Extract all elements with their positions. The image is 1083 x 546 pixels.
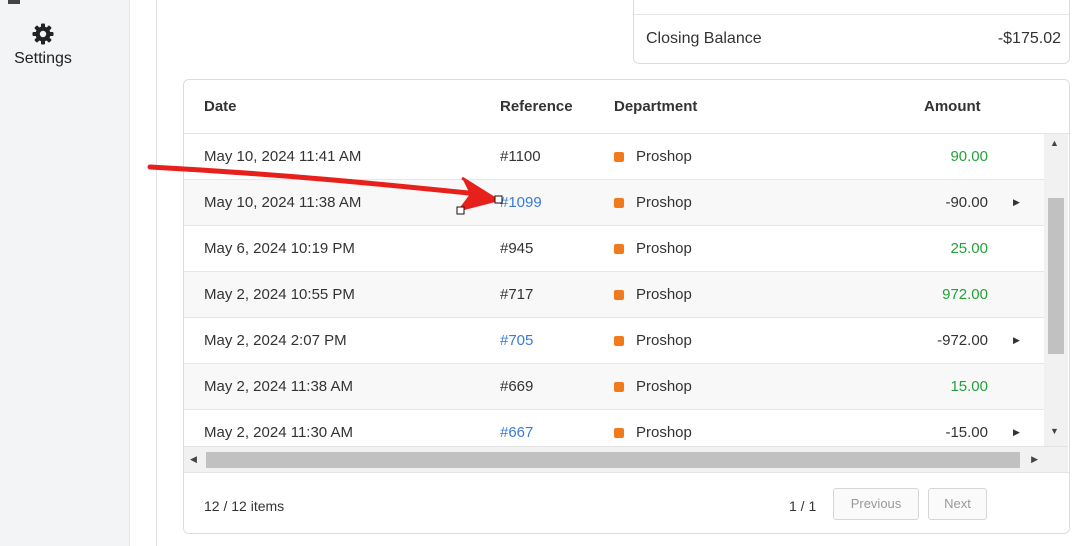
sidebar-item-settings[interactable]: Settings xyxy=(6,22,80,68)
row-department: Proshop xyxy=(614,378,692,395)
row-reference: #717 xyxy=(500,286,534,303)
expand-row-arrow-icon[interactable]: ▶ xyxy=(1013,427,1020,438)
next-page-button[interactable]: Next xyxy=(928,488,987,520)
gear-icon xyxy=(6,22,80,46)
content-divider xyxy=(156,0,157,546)
row-department-label: Proshop xyxy=(636,286,692,303)
items-count: 12 / 12 items xyxy=(204,498,285,514)
expand-row-arrow-icon[interactable]: ▶ xyxy=(1013,197,1020,208)
row-date: May 2, 2024 2:07 PM xyxy=(204,332,347,349)
department-color-icon xyxy=(614,152,624,162)
row-reference-link[interactable]: #667 xyxy=(500,424,533,441)
department-color-icon xyxy=(614,382,624,392)
column-header-department[interactable]: Department xyxy=(614,98,697,115)
table-row[interactable]: May 2, 2024 11:30 AM #667 Proshop -15.00 ▶ xyxy=(184,410,1044,446)
row-amount: 15.00 xyxy=(950,378,988,395)
row-reference-link[interactable]: #1099 xyxy=(500,194,542,211)
department-color-icon xyxy=(614,336,624,346)
vertical-scrollbar[interactable]: ▲ ▼ xyxy=(1044,134,1068,446)
scrollbar-corner xyxy=(1044,446,1068,472)
transactions-table: Date Reference Department Amount May 10,… xyxy=(183,79,1070,534)
row-department: Proshop xyxy=(614,286,692,303)
sidebar-partial-icon xyxy=(4,0,24,6)
row-department: Proshop xyxy=(614,148,692,165)
row-department-label: Proshop xyxy=(636,148,692,165)
column-header-amount[interactable]: Amount xyxy=(924,98,981,115)
row-amount: 972.00 xyxy=(942,286,988,303)
row-department-label: Proshop xyxy=(636,378,692,395)
row-date: May 10, 2024 11:38 AM xyxy=(204,194,362,211)
department-color-icon xyxy=(614,290,624,300)
row-date: May 6, 2024 10:19 PM xyxy=(204,240,355,257)
closing-balance-value: -$175.02 xyxy=(997,30,1061,47)
scroll-left-arrow-icon[interactable]: ◀ xyxy=(190,454,197,465)
table-row[interactable]: May 2, 2024 10:55 PM #717 Proshop 972.00 xyxy=(184,272,1044,318)
scroll-right-arrow-icon[interactable]: ▶ xyxy=(1031,454,1038,465)
scroll-down-arrow-icon[interactable]: ▼ xyxy=(1050,426,1059,436)
vertical-scroll-thumb[interactable] xyxy=(1048,198,1064,354)
row-amount: -90.00 xyxy=(945,194,988,211)
row-department-label: Proshop xyxy=(636,332,692,349)
row-department-label: Proshop xyxy=(636,240,692,257)
table-body: May 10, 2024 11:41 AM #1100 Proshop 90.00 Ma… xyxy=(184,134,1044,446)
row-date: May 2, 2024 11:30 AM xyxy=(204,424,353,441)
table-row[interactable]: May 10, 2024 11:38 AM #1099 Proshop -90.00 ▶ xyxy=(184,180,1044,226)
row-amount: -972.00 xyxy=(937,332,988,349)
settings-label: Settings xyxy=(14,50,72,67)
row-date: May 2, 2024 11:38 AM xyxy=(204,378,353,395)
row-department: Proshop xyxy=(614,240,692,257)
row-reference: #945 xyxy=(500,240,534,257)
table-footer: 12 / 12 items 1 / 1 Previous Next xyxy=(184,472,1069,533)
table-row[interactable]: May 6, 2024 10:19 PM #945 Proshop 25.00 xyxy=(184,226,1044,272)
row-department-label: Proshop xyxy=(636,194,692,211)
column-header-reference[interactable]: Reference xyxy=(500,98,573,115)
row-department-label: Proshop xyxy=(636,424,692,441)
row-amount: -15.00 xyxy=(945,424,988,441)
row-date: May 2, 2024 10:55 PM xyxy=(204,286,355,303)
previous-page-button[interactable]: Previous xyxy=(833,488,919,520)
scroll-up-arrow-icon[interactable]: ▲ xyxy=(1050,138,1059,148)
row-reference-link[interactable]: #705 xyxy=(500,332,533,349)
department-color-icon xyxy=(614,198,624,208)
summary-row-separator xyxy=(634,14,1069,15)
row-date: May 10, 2024 11:41 AM xyxy=(204,148,362,165)
expand-row-arrow-icon[interactable]: ▶ xyxy=(1013,335,1020,346)
page-indicator: 1 / 1 xyxy=(789,498,817,514)
column-header-date[interactable]: Date xyxy=(204,98,237,115)
row-department: Proshop xyxy=(614,332,692,349)
table-header: Date Reference Department Amount xyxy=(184,80,1069,134)
row-department: Proshop xyxy=(614,194,692,211)
horizontal-scroll-thumb[interactable] xyxy=(206,452,1020,468)
row-reference: #1100 xyxy=(500,148,541,165)
closing-balance-label: Closing Balance xyxy=(646,30,762,47)
table-row[interactable]: May 2, 2024 11:38 AM #669 Proshop 15.00 xyxy=(184,364,1044,410)
table-row[interactable]: May 10, 2024 11:41 AM #1100 Proshop 90.00 xyxy=(184,134,1044,180)
table-row[interactable]: May 2, 2024 2:07 PM #705 Proshop -972.00 ▶ xyxy=(184,318,1044,364)
horizontal-scrollbar[interactable]: ◀ ▶ xyxy=(184,446,1044,472)
sidebar: Settings xyxy=(0,0,130,546)
summary-card: Closing Balance -$175.02 xyxy=(633,0,1070,64)
row-amount: 90.00 xyxy=(950,148,988,165)
department-color-icon xyxy=(614,244,624,254)
row-reference: #669 xyxy=(500,378,534,395)
department-color-icon xyxy=(614,428,624,438)
row-amount: 25.00 xyxy=(950,240,988,257)
row-department: Proshop xyxy=(614,424,692,441)
